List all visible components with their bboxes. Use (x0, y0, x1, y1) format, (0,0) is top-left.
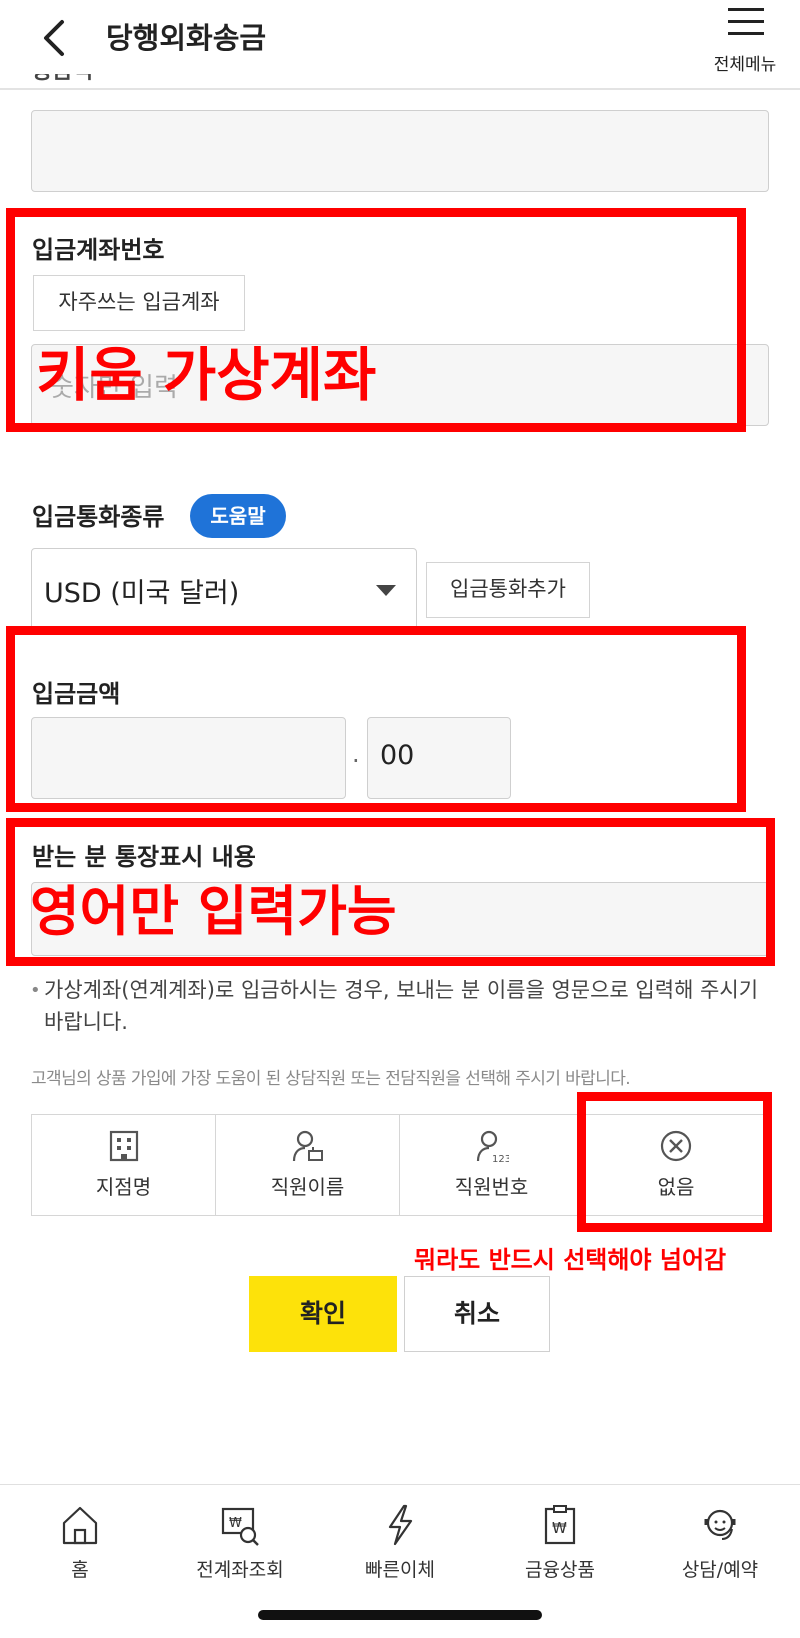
lightning-icon (388, 1504, 413, 1546)
currency-selected-value: USD (미국 달러) (44, 578, 240, 609)
help-badge[interactable]: 도움말 (190, 494, 286, 538)
staff-option-name[interactable]: 직원이름 (216, 1115, 400, 1215)
svg-text:123: 123 (492, 1154, 509, 1163)
staff-option-branch[interactable]: 지점명 (32, 1115, 216, 1215)
page-title: 당행외화송금 (106, 21, 267, 55)
building-icon (109, 1130, 138, 1162)
nav-home[interactable]: 홈 (0, 1503, 160, 1583)
nav-label: 홈 (71, 1559, 89, 1581)
full-menu-label: 전체메뉴 (713, 55, 777, 75)
annotation-must-select: 뭐라도 반드시 선택해야 넘어감 (414, 1246, 727, 1274)
nav-consult-reservation[interactable]: 상담/예약 (640, 1503, 800, 1583)
currency-select[interactable]: USD (미국 달러) (31, 548, 417, 630)
hamburger-icon (728, 8, 764, 35)
annotation-kiwoom-virtual-account: 키움 가상계좌 (36, 341, 377, 409)
nav-label: 전계좌조회 (196, 1559, 284, 1581)
remittance-amount-label: 송금액 (32, 74, 93, 92)
nav-label: 금융상품 (525, 1559, 595, 1581)
nav-quick-transfer[interactable]: 빠른이체 (320, 1503, 480, 1583)
note-bullet: • (30, 980, 41, 1001)
annotation-box-none (577, 1092, 772, 1232)
staff-option-label: 지점명 (95, 1175, 152, 1199)
person-name-icon (292, 1130, 323, 1162)
annotation-english-only: 영어만 입력가능 (30, 880, 397, 943)
home-icon (62, 1506, 98, 1545)
staff-select-note: 고객님의 상품 가입에 가장 도움이 된 상담직원 또는 전담직원을 선택해 주… (31, 1069, 631, 1089)
home-indicator (258, 1610, 542, 1620)
app-header: 당행외화송금 전체메뉴 (0, 0, 800, 90)
chevron-left-icon (44, 20, 64, 56)
staff-option-number[interactable]: 123 직원번호 (400, 1115, 584, 1215)
nav-label: 빠른이체 (365, 1559, 435, 1581)
nav-financial-products[interactable]: ₩ 금융상품 (480, 1503, 640, 1583)
nav-account-inquiry[interactable]: ₩ 전계좌조회 (160, 1503, 320, 1583)
dropdown-caret-icon (376, 585, 396, 596)
annotation-box-amount (6, 626, 746, 812)
nav-label: 상담/예약 (681, 1559, 759, 1581)
account-search-icon: ₩ (221, 1507, 259, 1546)
back-button[interactable] (36, 18, 76, 58)
staff-option-label: 직원이름 (270, 1175, 345, 1199)
full-menu-button[interactable]: 전체메뉴 (700, 6, 790, 80)
staff-option-label: 직원번호 (454, 1175, 529, 1199)
remittance-amount-field[interactable] (31, 110, 769, 192)
virtual-account-note: 가상계좌(연계계좌)로 입금하시는 경우, 보내는 분 이름을 영문으로 입력해… (44, 978, 759, 1034)
currency-type-label: 입금통화종류 (32, 503, 165, 531)
person-123-icon: 123 (476, 1130, 509, 1163)
cancel-button[interactable]: 취소 (404, 1276, 550, 1352)
add-currency-button[interactable]: 입금통화추가 (426, 562, 590, 618)
svg-text:₩: ₩ (552, 1519, 567, 1537)
headset-icon (704, 1509, 736, 1540)
product-icon: ₩ (544, 1505, 576, 1545)
confirm-button[interactable]: 확인 (249, 1276, 397, 1352)
svg-text:₩: ₩ (229, 1516, 242, 1531)
